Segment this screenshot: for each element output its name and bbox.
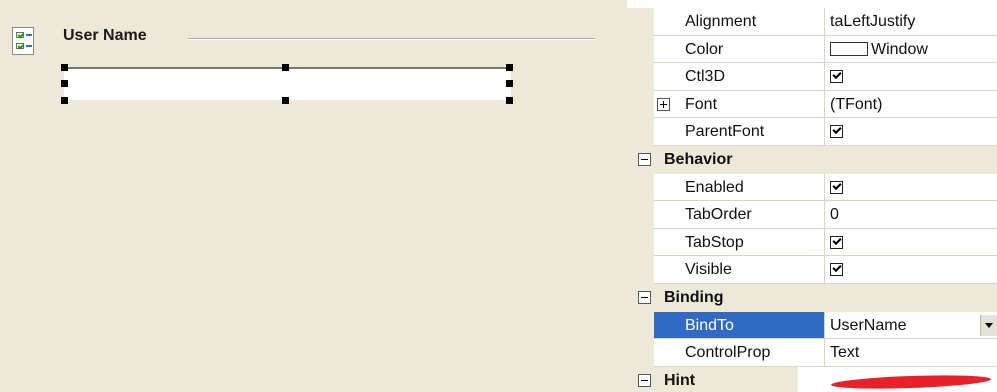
property-row-taborder[interactable]: TabOrder 0 [627, 201, 997, 229]
splitter[interactable] [610, 0, 627, 392]
property-name: TabOrder [654, 201, 825, 229]
property-row-font[interactable]: Font (TFont) [627, 90, 997, 119]
property-row-ctl3d[interactable]: Ctl3D [627, 63, 997, 91]
property-row-enabled[interactable]: Enabled [627, 173, 997, 202]
property-name: Ctl3D [654, 63, 825, 91]
property-row-visible[interactable]: Visible [627, 256, 997, 284]
collapse-minus-icon[interactable] [638, 373, 651, 387]
category-behavior[interactable]: Behavior [627, 146, 997, 174]
property-row-tabstop[interactable]: TabStop [627, 228, 997, 257]
checkbox-checked-icon[interactable] [830, 70, 843, 84]
color-swatch [830, 42, 868, 57]
property-name: ParentFont [654, 118, 825, 146]
property-value[interactable] [825, 229, 997, 257]
checkbox-checked-icon[interactable] [830, 263, 843, 277]
category-label: Behavior [664, 151, 733, 168]
checkbox-checked-icon[interactable] [830, 235, 843, 249]
property-row-bindto[interactable]: BindTo UserName [627, 311, 997, 340]
property-name: ControlProp [654, 339, 825, 367]
property-value[interactable] [825, 118, 997, 146]
property-value[interactable]: Window [825, 36, 997, 64]
property-name: Enabled [654, 173, 825, 202]
bindto-value: UserName [830, 316, 907, 334]
dropdown-arrow-icon[interactable] [980, 314, 997, 336]
property-name: BindTo [654, 311, 825, 340]
resize-handle-left[interactable] [61, 80, 68, 87]
resize-handle-bottom[interactable] [282, 97, 289, 104]
property-name: Alignment [654, 8, 825, 36]
check-icon [16, 43, 24, 49]
property-name: Color [654, 35, 825, 64]
property-value[interactable] [825, 256, 997, 284]
resize-handle-right[interactable] [506, 80, 513, 87]
property-value[interactable]: UserName [825, 312, 997, 340]
property-row-controlprop[interactable]: ControlProp Text [627, 339, 997, 367]
category-label: Hint [664, 371, 696, 389]
property-name: Font [654, 90, 825, 119]
color-value: Window [871, 40, 928, 58]
property-value[interactable] [825, 63, 997, 91]
property-value[interactable] [825, 174, 997, 202]
property-row-alignment[interactable]: Alignment taLeftJustify [627, 8, 997, 36]
group-caption: User Name [63, 27, 147, 44]
resize-handle-bottom-right[interactable] [506, 97, 513, 104]
category-binding[interactable]: Binding [627, 284, 997, 312]
resize-handle-top[interactable] [282, 64, 289, 71]
property-value[interactable]: taLeftJustify [825, 8, 997, 36]
property-value[interactable]: Text [825, 339, 997, 367]
check-icon [16, 32, 24, 38]
property-value[interactable]: 0 [825, 201, 997, 229]
property-name: Visible [654, 256, 825, 284]
property-name: TabStop [654, 228, 825, 257]
collapse-minus-icon[interactable] [638, 291, 651, 304]
resize-handle-top-left[interactable] [61, 64, 68, 71]
resize-handle-bottom-left[interactable] [61, 97, 68, 104]
checkbox-checked-icon[interactable] [830, 125, 843, 139]
property-grid[interactable]: Alignment taLeftJustify Color Window Ctl… [627, 0, 997, 392]
form-designer[interactable]: User Name [0, 0, 610, 392]
checklist-form-icon [12, 27, 34, 55]
collapse-minus-icon[interactable] [638, 153, 651, 166]
property-value[interactable]: (TFont) [825, 91, 997, 119]
property-row-color[interactable]: Color Window [627, 35, 997, 64]
category-label: Binding [664, 289, 724, 306]
resize-handle-top-right[interactable] [506, 64, 513, 71]
property-row-parentfont[interactable]: ParentFont [627, 118, 997, 146]
expand-plus-icon[interactable] [657, 97, 670, 111]
checkbox-checked-icon[interactable] [830, 180, 843, 194]
group-divider [188, 38, 595, 40]
user-name-edit[interactable] [64, 67, 511, 100]
